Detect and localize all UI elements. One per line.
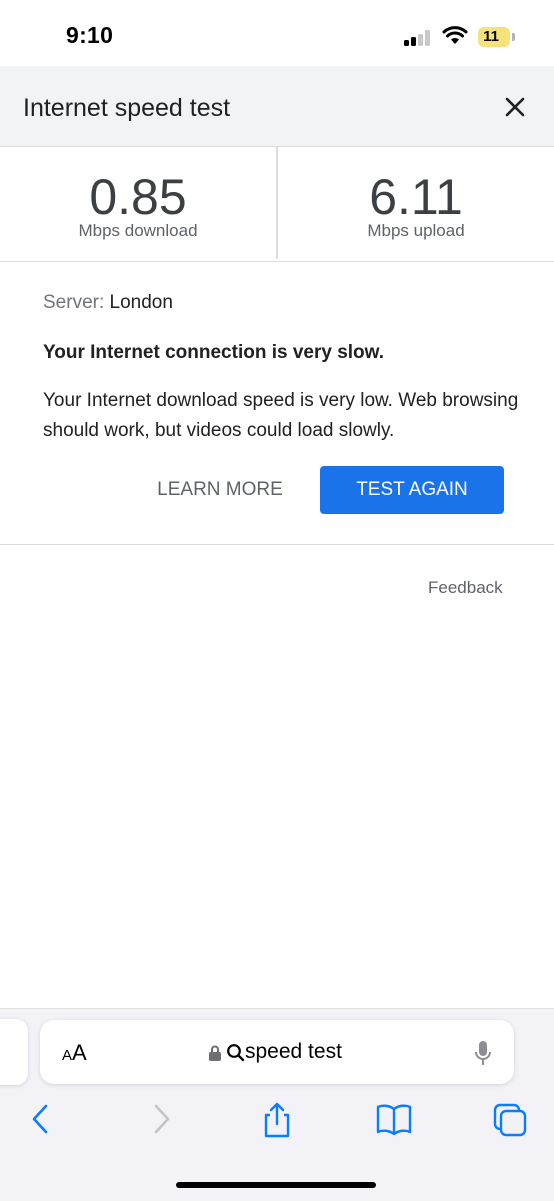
battery-level: 11 — [483, 28, 499, 45]
lock-icon — [209, 1045, 221, 1061]
speed-test-header: Internet speed test — [0, 66, 554, 146]
microphone-icon[interactable] — [474, 1040, 492, 1068]
cellular-signal-icon — [404, 30, 434, 46]
search-icon — [227, 1044, 245, 1062]
learn-more-button[interactable]: LEARN MORE — [150, 466, 290, 514]
previous-tab-preview[interactable] — [0, 1019, 28, 1085]
forward-icon[interactable] — [150, 1102, 172, 1136]
wifi-icon — [442, 26, 468, 44]
aa-label: A — [72, 1040, 87, 1065]
download-value: 0.85 — [89, 169, 187, 225]
close-icon[interactable] — [500, 92, 530, 122]
server-info: Server: London — [43, 292, 173, 314]
tabs-icon[interactable] — [492, 1102, 528, 1138]
status-bar: 9:10 11 — [0, 0, 554, 66]
back-icon[interactable] — [30, 1102, 52, 1136]
battery-icon: 11 — [478, 27, 510, 47]
bookmarks-icon[interactable] — [375, 1102, 413, 1136]
home-indicator — [176, 1182, 376, 1188]
server-label: Server: — [43, 292, 105, 313]
test-again-button[interactable]: TEST AGAIN — [320, 466, 504, 514]
feedback-link[interactable]: Feedback — [428, 578, 503, 598]
result-headline: Your Internet connection is very slow. — [43, 342, 385, 363]
reader-options-button[interactable]: AA — [62, 1040, 87, 1066]
address-text[interactable]: speed test — [245, 1040, 342, 1064]
download-unit: Mbps download — [78, 221, 198, 240]
share-icon[interactable] — [260, 1102, 294, 1138]
status-time: 9:10 — [66, 22, 114, 48]
server-value: London — [109, 292, 173, 313]
upload-unit: Mbps upload — [367, 221, 465, 240]
section-divider — [0, 544, 554, 545]
upload-value: 6.11 — [369, 169, 463, 225]
battery-tip — [512, 33, 515, 41]
result-description: Your Internet download speed is very low… — [43, 390, 519, 441]
speed-results: 0.85 Mbps download 6.11 Mbps upload — [0, 146, 554, 262]
page-title: Internet speed test — [23, 94, 231, 122]
